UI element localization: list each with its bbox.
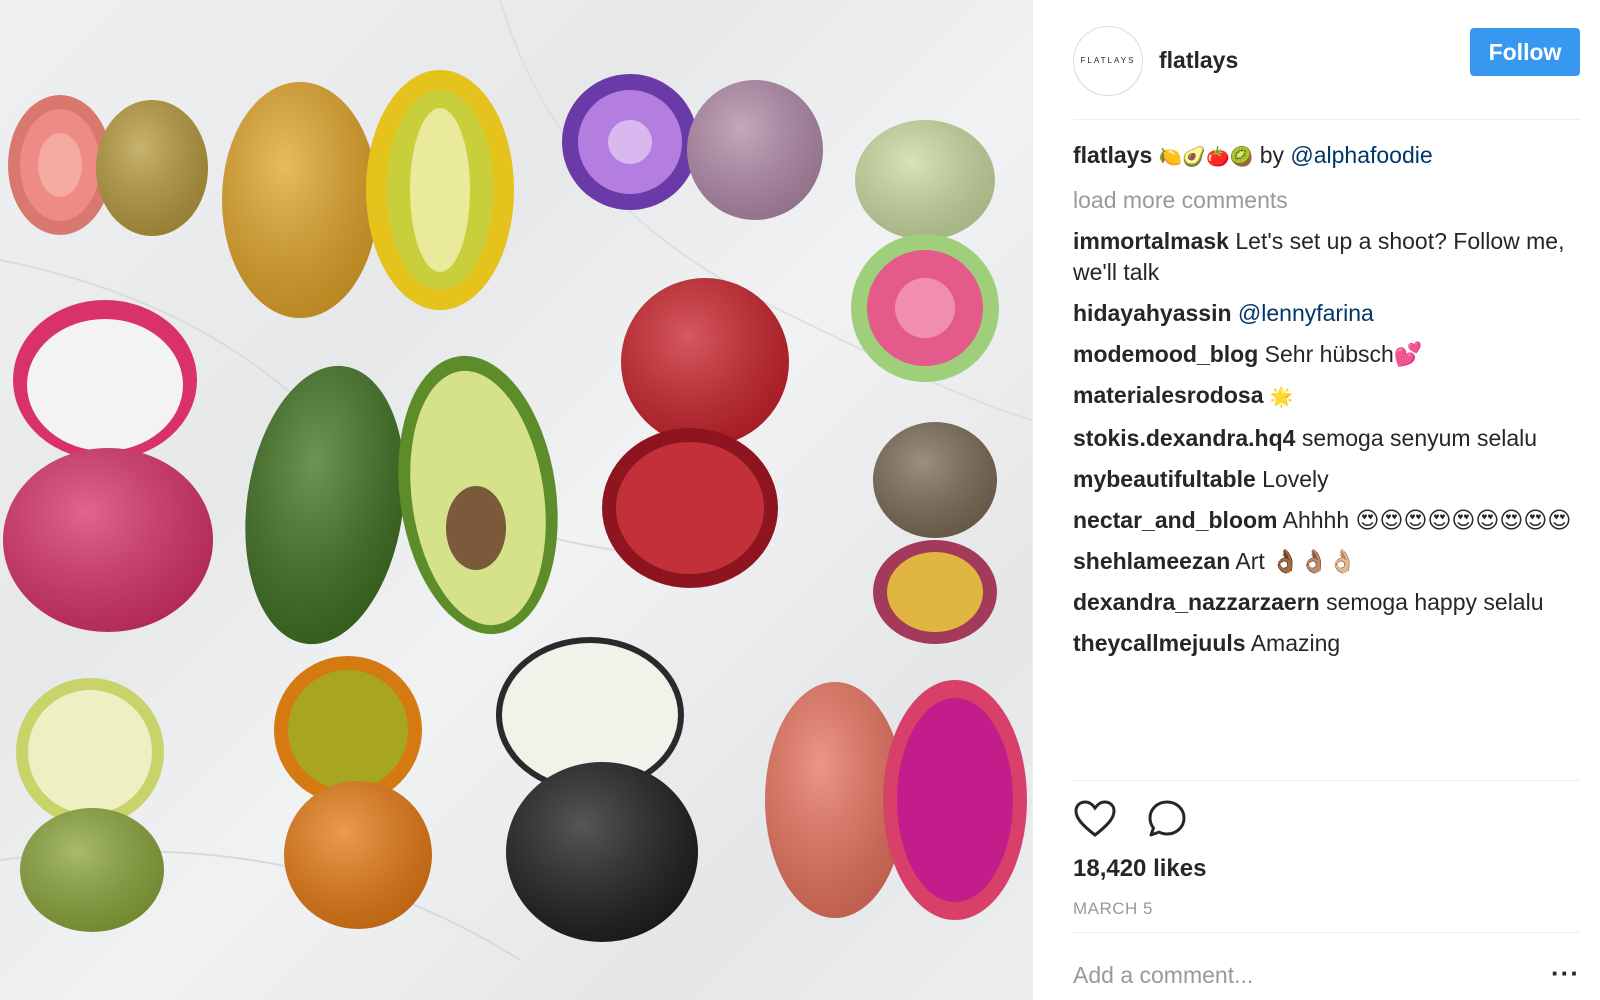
comment-username[interactable]: theycallmejuuls bbox=[1073, 630, 1246, 656]
post-photo[interactable] bbox=[0, 0, 1032, 1000]
pink-dragonfruit bbox=[765, 680, 1027, 920]
comment-text: semoga happy selalu bbox=[1326, 589, 1544, 615]
comment-item: mybeautifultable Lovely bbox=[1073, 464, 1581, 495]
comment-text: 🌟 bbox=[1269, 386, 1294, 408]
action-icons bbox=[1073, 797, 1580, 841]
lime-and-melon bbox=[16, 678, 164, 932]
fruit-flatlay-illustration bbox=[0, 0, 1032, 961]
comment-username[interactable]: mybeautifultable bbox=[1073, 466, 1256, 492]
comment-item: shehlameezan Art 👌🏾👌🏽👌🏼 bbox=[1073, 546, 1581, 577]
follow-button[interactable]: Follow bbox=[1470, 28, 1580, 76]
comment-text: Amazing bbox=[1250, 630, 1341, 656]
comment-item: dexandra_nazzarzaern semoga happy selalu bbox=[1073, 587, 1581, 618]
comment-item: immortalmask Let's set up a shoot? Follo… bbox=[1073, 226, 1581, 288]
header-username[interactable]: flatlays bbox=[1159, 47, 1238, 74]
caption-username[interactable]: flatlays bbox=[1073, 142, 1152, 168]
post-date: MARCH 5 bbox=[1073, 899, 1154, 918]
comment-text: Lovely bbox=[1262, 466, 1329, 492]
comment-username[interactable]: stokis.dexandra.hq4 bbox=[1073, 425, 1295, 451]
comment-mention[interactable]: @lennyfarina bbox=[1238, 300, 1374, 326]
comments-list[interactable]: flatlays 🍋🥑🍅🥝 by @alphafoodie load more … bbox=[1073, 140, 1581, 780]
instagram-post: FLATLAYS flatlays Follow flatlays 🍋🥑🍅🥝 b… bbox=[0, 0, 1600, 1000]
comment-username[interactable]: nectar_and_bloom bbox=[1073, 507, 1278, 533]
black-radish bbox=[496, 637, 698, 942]
kiwano-fruit bbox=[222, 70, 514, 318]
white-dragonfruit bbox=[3, 300, 213, 632]
comment-item: nectar_and_bloom Ahhhh 😍😍😍😍😍😍😍😍😍 bbox=[1073, 505, 1581, 536]
likes-count[interactable]: 18,420 likes bbox=[1073, 855, 1580, 883]
post-sidebar: FLATLAYS flatlays Follow flatlays 🍋🥑🍅🥝 b… bbox=[1032, 0, 1600, 1000]
green-radish bbox=[851, 120, 999, 382]
post-actions: 18,420 likes MARCH 5 bbox=[1073, 780, 1580, 920]
comment-text: Art 👌🏾👌🏽👌🏼 bbox=[1235, 548, 1358, 574]
caption-by-text: by bbox=[1259, 142, 1284, 168]
comment-username[interactable]: dexandra_nazzarzaern bbox=[1073, 589, 1320, 615]
purple-radish bbox=[562, 74, 823, 220]
post-header: FLATLAYS flatlays Follow bbox=[1073, 16, 1580, 120]
comment-item: materialesrodosa 🌟 bbox=[1073, 380, 1581, 413]
add-comment-bar: ··· bbox=[1073, 932, 1580, 1000]
passion-fruit bbox=[873, 422, 997, 644]
comment-item: stokis.dexandra.hq4 semoga senyum selalu bbox=[1073, 423, 1581, 454]
comment-item: theycallmejuuls Amazing bbox=[1073, 628, 1581, 659]
avatar-logo-text: FLATLAYS bbox=[1080, 56, 1136, 65]
more-options-icon[interactable]: ··· bbox=[1551, 958, 1580, 989]
comment-item: modemood_blog Sehr hübsch💕 bbox=[1073, 339, 1581, 370]
comment-username[interactable]: modemood_blog bbox=[1073, 341, 1258, 367]
comment-username[interactable]: materialesrodosa bbox=[1073, 382, 1263, 408]
add-comment-input[interactable] bbox=[1073, 962, 1552, 989]
comment-text: semoga senyum selalu bbox=[1301, 425, 1538, 451]
load-more-comments-link[interactable]: load more comments bbox=[1073, 185, 1581, 216]
caption-emoji: 🍋🥑🍅🥝 bbox=[1158, 146, 1254, 168]
comment-username[interactable]: hidayahyassin bbox=[1073, 300, 1232, 326]
avatar[interactable]: FLATLAYS bbox=[1073, 25, 1143, 96]
guava-fruit bbox=[8, 95, 208, 236]
comment-username[interactable]: shehlameezan bbox=[1073, 548, 1230, 574]
comment-bubble-icon[interactable] bbox=[1145, 797, 1189, 841]
caption-mention[interactable]: @alphafoodie bbox=[1290, 142, 1432, 168]
heart-icon[interactable] bbox=[1073, 797, 1117, 841]
comment-text: Sehr hübsch💕 bbox=[1264, 341, 1423, 367]
comment-username[interactable]: immortalmask bbox=[1073, 228, 1229, 254]
naranjilla bbox=[274, 656, 432, 929]
pomegranate bbox=[602, 278, 789, 588]
avocado bbox=[245, 355, 558, 645]
comment-text: Ahhhh 😍😍😍😍😍😍😍😍😍 bbox=[1282, 507, 1572, 533]
comment-item: hidayahyassin @lennyfarina bbox=[1073, 298, 1581, 329]
post-caption: flatlays 🍋🥑🍅🥝 by @alphafoodie bbox=[1073, 140, 1581, 173]
